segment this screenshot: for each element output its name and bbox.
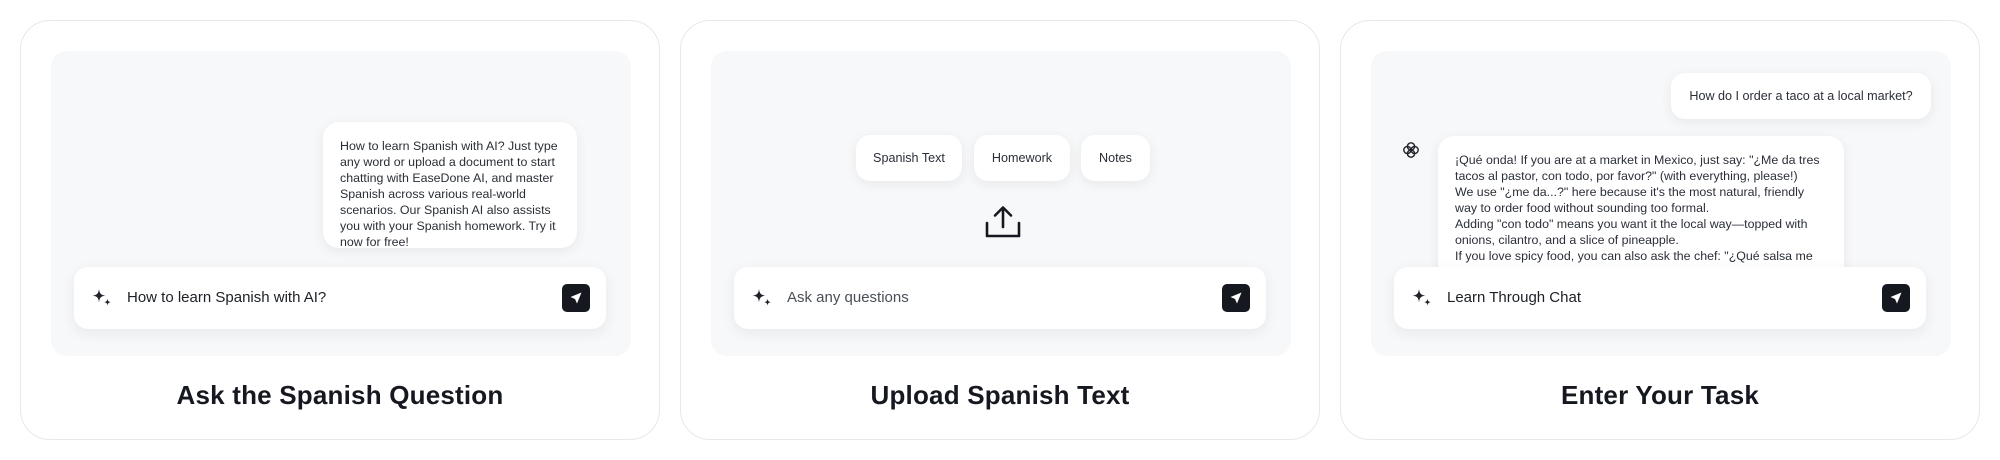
- user-message-bubble: How do I order a taco at a local market?: [1671, 73, 1931, 119]
- chat-input-bar[interactable]: Learn Through Chat: [1394, 267, 1926, 329]
- chip-homework[interactable]: Homework: [974, 135, 1070, 181]
- send-button[interactable]: [562, 284, 590, 312]
- answer-paragraph: If you love spicy food, you can also ask…: [1455, 249, 1813, 263]
- answer-paragraph: ¡Qué onda! If you are at a market in Mex…: [1455, 153, 1820, 183]
- sparkle-icon: [752, 289, 771, 306]
- chat-input-field[interactable]: How to learn Spanish with AI?: [127, 288, 326, 308]
- chat-input-bar[interactable]: How to learn Spanish with AI?: [74, 267, 606, 329]
- feature-cards-row: How to learn Spanish with AI? Just type …: [0, 0, 2000, 460]
- send-arrow-icon: [1230, 292, 1242, 304]
- demo-stage: Spanish Text Homework Notes Ask any ques…: [711, 51, 1291, 356]
- feature-card-ask-question: How to learn Spanish with AI? Just type …: [20, 20, 660, 440]
- send-arrow-icon: [1890, 292, 1902, 304]
- send-arrow-icon: [570, 292, 582, 304]
- send-button[interactable]: [1222, 284, 1250, 312]
- chat-input-field[interactable]: Learn Through Chat: [1447, 288, 1581, 308]
- ai-logo-icon: [1403, 142, 1419, 158]
- chat-input-placeholder[interactable]: Ask any questions: [787, 288, 909, 308]
- chat-input-bar[interactable]: Ask any questions: [734, 267, 1266, 329]
- answer-paragraph: We use "¿me da...?" here because it's th…: [1455, 185, 1805, 215]
- card-title: Ask the Spanish Question: [176, 380, 504, 410]
- answer-paragraph: Adding "con todo" means you want it the …: [1455, 217, 1808, 247]
- send-button[interactable]: [1882, 284, 1910, 312]
- sparkle-icon: [92, 289, 111, 306]
- upload-icon[interactable]: [984, 204, 1022, 240]
- chip-notes[interactable]: Notes: [1081, 135, 1150, 181]
- sparkle-icon: [1412, 289, 1431, 306]
- feature-card-enter-task: How do I order a taco at a local market?…: [1340, 20, 1980, 440]
- demo-stage: How do I order a taco at a local market?…: [1371, 51, 1951, 356]
- assistant-message-bubble: How to learn Spanish with AI? Just type …: [323, 122, 577, 249]
- card-title: Enter Your Task: [1560, 380, 1760, 410]
- card-title: Upload Spanish Text: [870, 380, 1130, 410]
- chip-spanish-text[interactable]: Spanish Text: [856, 135, 962, 181]
- feature-card-upload-text: Spanish Text Homework Notes Ask any ques…: [680, 20, 1320, 440]
- demo-stage: How to learn Spanish with AI? Just type …: [51, 51, 631, 356]
